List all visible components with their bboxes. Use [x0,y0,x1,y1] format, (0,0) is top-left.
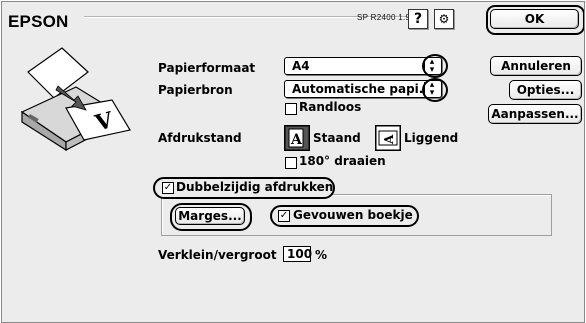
portrait-label[interactable]: Staand [313,131,361,145]
tool-icon: ⚙ [438,12,450,26]
paper-size-value: A4 [292,59,310,73]
brand-logo: EPSON [8,12,69,31]
paper-source-value: Automatische papi... [292,82,433,96]
duplex-label: Dubbelzijdig afdrukken [176,180,334,194]
portrait-icon[interactable]: A [284,125,310,151]
paper-size-label: Papierformaat [158,61,256,75]
folded-booklet-label: Gevouwen boekje [293,208,413,222]
scale-label: Verklein/vergroot [158,248,277,262]
paper-source-select[interactable]: Automatische papi... ▴ ▾ [284,80,442,98]
page-setup-window: EPSON SP R2400 1.91D ? ⚙ OK Annuleren Op… [1,1,585,323]
checkmark-icon: ✓ [279,210,289,221]
options-button[interactable]: Opties... [509,80,582,100]
percent-unit: % [315,248,328,262]
borderless-checkbox[interactable] [285,103,297,115]
orientation-label: Afdrukstand [158,131,242,145]
paper-size-select[interactable]: A4 ▴ ▾ [284,57,442,75]
callout-circle [422,78,448,102]
svg-text:A: A [382,134,396,145]
landscape-icon[interactable]: A [375,125,401,151]
customize-button[interactable]: Aanpassen... [488,104,582,124]
rotate-180-checkbox[interactable] [285,157,297,169]
borderless-label: Randloos [299,100,362,114]
folded-booklet-checkbox[interactable]: ✓ [278,210,290,222]
checkmark-icon: ✓ [163,182,173,193]
ok-button[interactable]: OK [490,9,579,29]
help-button[interactable]: ? [408,9,428,29]
rotate-180-label: 180° draaien [299,154,386,168]
scale-input[interactable]: 100 [283,246,312,262]
paper-source-label: Papierbron [158,83,233,97]
margins-button[interactable]: Marges... [175,207,245,225]
utility-button[interactable]: ⚙ [434,9,454,29]
duplex-checkbox[interactable]: ✓ [162,182,174,194]
svg-text:A: A [290,132,303,148]
cancel-button[interactable]: Annuleren [490,56,582,76]
printer-illustration-icon: V [20,47,131,152]
help-icon: ? [413,11,423,27]
landscape-label[interactable]: Liggend [404,131,458,145]
callout-circle [422,54,448,78]
